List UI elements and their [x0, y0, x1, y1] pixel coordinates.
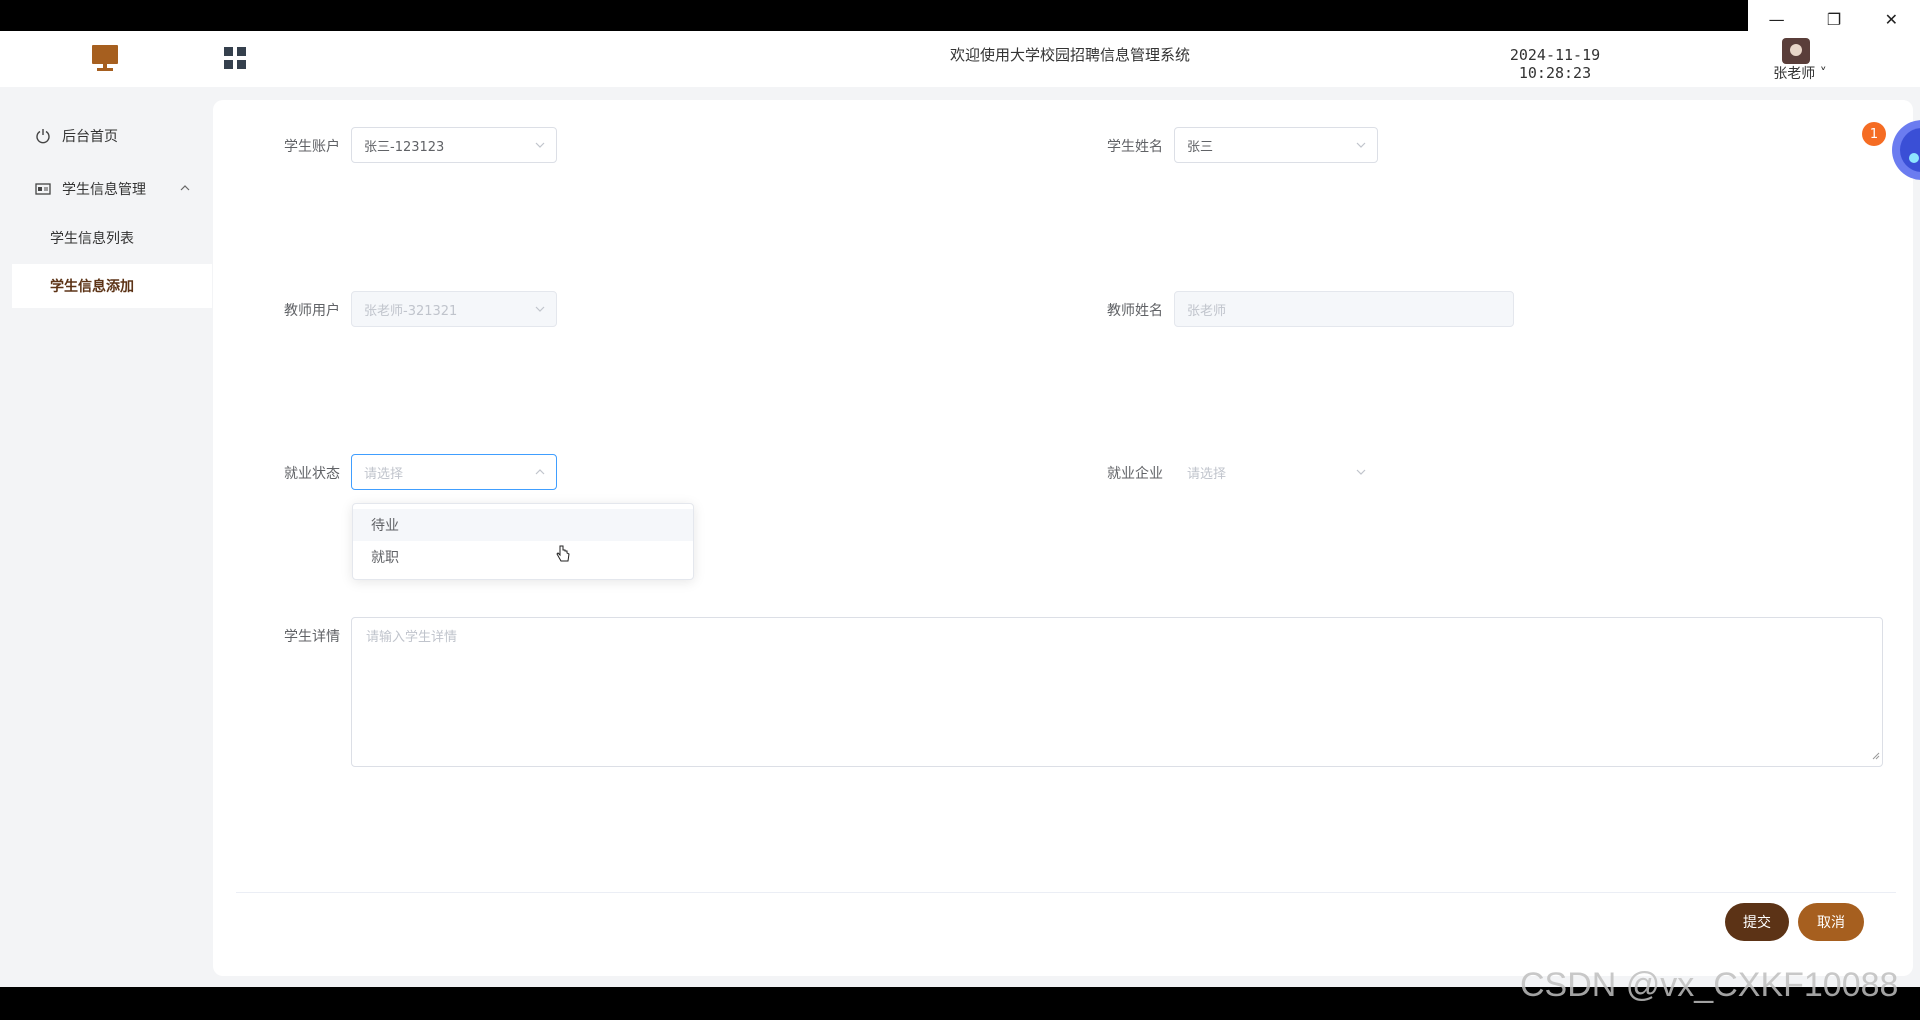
dropdown-option-unemployed[interactable]: 待业	[353, 509, 693, 541]
chevron-down-icon	[534, 303, 546, 315]
student-name-value: 张三	[1187, 139, 1214, 155]
student-detail-placeholder: 请输入学生详情	[366, 630, 458, 645]
sidebar-item-label: 学生信息添加	[50, 279, 134, 295]
student-account-select[interactable]: 张三-123123	[351, 127, 557, 163]
submit-button[interactable]: 提交	[1725, 903, 1789, 941]
cancel-button[interactable]: 取消	[1798, 903, 1864, 941]
window-controls: — ❐ ✕	[1748, 0, 1920, 38]
chevron-up-icon	[180, 181, 190, 197]
sidebar-item-label: 后台首页	[62, 129, 118, 145]
employment-status-select[interactable]: 请选择	[351, 454, 557, 490]
teacher-account-label: 教师用户	[284, 303, 340, 319]
employer-select[interactable]: 请选择	[1174, 454, 1378, 490]
student-name-select[interactable]: 张三	[1174, 127, 1378, 163]
student-name-label: 学生姓名	[1107, 139, 1163, 155]
avatar[interactable]	[1782, 38, 1810, 64]
sidebar-item-label: 学生信息列表	[50, 231, 134, 247]
dropdown-option-employed[interactable]: 就职	[353, 541, 693, 573]
user-menu[interactable]: 张老师 ˅	[1760, 63, 1840, 83]
system-title: 欢迎使用大学校园招聘信息管理系统	[949, 46, 1190, 64]
sidebar-item-student-management[interactable]: 学生信息管理	[12, 167, 212, 211]
restore-button[interactable]: ❐	[1814, 4, 1854, 34]
student-detail-label: 学生详情	[284, 629, 340, 645]
assistant-widget[interactable]	[1884, 114, 1920, 186]
employment-status-placeholder: 请选择	[364, 466, 404, 482]
student-account-value: 张三-123123	[364, 139, 445, 155]
hand-cursor-icon	[555, 544, 571, 564]
teacher-name-label: 教师姓名	[1107, 303, 1163, 319]
employer-label: 就业企业	[1107, 466, 1163, 482]
minimize-button[interactable]: —	[1757, 4, 1797, 34]
notification-badge: 1	[1862, 122, 1886, 146]
student-detail-textarea[interactable]: 请输入学生详情	[351, 617, 1883, 767]
grid-icon[interactable]	[224, 47, 246, 69]
current-datetime: 2024-11-19 10:28:23	[1509, 46, 1601, 82]
form-divider	[236, 892, 1896, 893]
top-black-bar	[0, 0, 1920, 31]
teacher-account-select: 张老师-321321	[351, 291, 557, 327]
teacher-account-value: 张老师-321321	[364, 303, 458, 319]
student-account-label: 学生账户	[284, 139, 340, 155]
id-card-icon	[34, 180, 52, 198]
resize-handle-icon[interactable]	[1872, 749, 1880, 764]
chevron-down-icon	[534, 139, 546, 151]
employer-placeholder: 请选择	[1187, 466, 1227, 482]
close-button[interactable]: ✕	[1871, 4, 1911, 34]
watermark: CSDN @vx_CXKF10088	[1520, 966, 1899, 1004]
sidebar-item-label: 学生信息管理	[62, 182, 146, 198]
teacher-name-input: 张老师	[1174, 291, 1514, 327]
monitor-icon	[90, 43, 120, 73]
employment-status-label: 就业状态	[284, 466, 340, 482]
chevron-up-icon	[534, 466, 546, 478]
chevron-down-icon	[1355, 139, 1367, 151]
chevron-down-icon	[1355, 466, 1367, 478]
sidebar-item-dashboard[interactable]: 后台首页	[12, 114, 212, 158]
employment-status-dropdown: 待业 就职	[352, 503, 694, 580]
teacher-name-value: 张老师	[1187, 303, 1227, 319]
power-icon	[34, 127, 52, 145]
